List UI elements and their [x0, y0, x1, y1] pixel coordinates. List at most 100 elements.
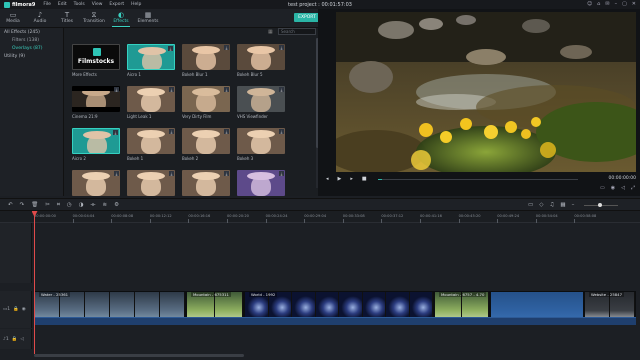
maximize-icon[interactable]: ▢	[622, 1, 627, 7]
step-forward-icon[interactable]: ▸	[350, 176, 353, 182]
export-button[interactable]: EXPORT	[294, 13, 320, 22]
lock-icon[interactable]: 🔒	[13, 307, 19, 312]
grid-view-icon[interactable]: ▦	[268, 29, 273, 35]
effect-item[interactable]: ⤓ Aicro 1	[127, 44, 175, 77]
record-icon[interactable]: ⚙	[114, 202, 119, 209]
stop-icon[interactable]: ■	[362, 176, 367, 182]
search-input[interactable]: Search	[278, 28, 316, 35]
color-icon[interactable]: ◑	[79, 202, 84, 209]
snapshot-icon[interactable]: ◉	[611, 185, 615, 191]
category-all-effects[interactable]: All Effects (245)	[4, 29, 63, 37]
effect-thumbnail[interactable]: ⤓	[237, 170, 285, 196]
audio-lock-icon[interactable]: 🔒	[12, 337, 18, 342]
download-icon[interactable]: ⤓	[169, 87, 174, 92]
tab-titles[interactable]: T Titles	[58, 9, 76, 24]
category-filters[interactable]: Filters (138)	[4, 37, 63, 45]
preview-progress-bar[interactable]	[378, 178, 578, 180]
download-icon[interactable]: ⤓	[279, 171, 284, 176]
effect-item[interactable]: ⤓	[127, 170, 175, 198]
zoom-slider-handle[interactable]	[598, 203, 602, 207]
effect-thumbnail[interactable]: ⤓	[182, 86, 230, 112]
effect-item[interactable]: ⤓	[72, 170, 120, 198]
clip-audio-waveform[interactable]	[584, 317, 636, 325]
effect-thumbnail[interactable]: ⤓	[182, 128, 230, 154]
delete-icon[interactable]: 🗑	[31, 202, 38, 209]
menu-edit[interactable]: Edit	[58, 2, 67, 7]
audio-mixer-icon[interactable]: ≋	[103, 202, 108, 209]
download-icon[interactable]: ⤓	[279, 45, 284, 50]
menu-view[interactable]: View	[92, 2, 103, 7]
effect-item[interactable]: ⤓ Bokeh 2	[182, 128, 230, 161]
effect-item[interactable]: ⤓ Light Leak 1	[127, 86, 175, 119]
effect-item[interactable]: ⤓ Aicro 2	[72, 128, 120, 161]
effect-item[interactable]: ⤓	[182, 170, 230, 198]
effect-thumbnail[interactable]: ⤓	[72, 128, 120, 154]
mail-icon[interactable]: ✉	[605, 1, 609, 7]
effect-item[interactable]: ⤓ Bokeh 3	[237, 128, 285, 161]
effect-thumbnail[interactable]: ⤓	[127, 128, 175, 154]
download-icon[interactable]: ⤓	[113, 130, 118, 135]
monitor-icon[interactable]: ▭	[600, 185, 605, 191]
tab-effects[interactable]: ◐ Effects	[112, 9, 130, 27]
download-icon[interactable]: ⤓	[224, 45, 229, 50]
playhead[interactable]	[34, 211, 35, 354]
download-icon[interactable]: ⤓	[169, 129, 174, 134]
menu-tools[interactable]: Tools	[74, 2, 85, 7]
download-icon[interactable]: ⤓	[279, 87, 284, 92]
clip-audio-waveform[interactable]	[186, 317, 244, 325]
clip-audio-waveform[interactable]	[34, 317, 186, 325]
effect-thumbnail[interactable]: ⤓	[127, 170, 175, 196]
step-back-icon[interactable]: ◂	[326, 176, 329, 182]
split-icon[interactable]: ⟛	[91, 202, 96, 209]
download-icon[interactable]: ⤓	[169, 171, 174, 176]
fullscreen-icon[interactable]: ⤢	[631, 185, 635, 191]
effect-item[interactable]: Filmstocks More Effects	[72, 44, 120, 77]
effect-item[interactable]: ⤓ Bokeh 1	[127, 128, 175, 161]
effect-item[interactable]: ⤓ Cinema 21:9	[72, 86, 120, 119]
menu-file[interactable]: File	[43, 2, 51, 7]
render-icon[interactable]: ▭	[528, 202, 533, 208]
effect-item[interactable]: ⤓ Bokeh Blur 1	[182, 44, 230, 77]
voiceover-icon[interactable]: ♫	[549, 202, 554, 208]
effect-thumbnail[interactable]: ⤓	[237, 44, 285, 70]
minimize-icon[interactable]: –	[615, 1, 618, 7]
effect-thumbnail[interactable]: ⤓	[237, 86, 285, 112]
tab-media[interactable]: ▭ Media	[4, 9, 22, 24]
speed-icon[interactable]: ◷	[67, 202, 72, 209]
zoom-out-icon[interactable]: –	[572, 202, 575, 208]
effect-thumbnail[interactable]: ⤓	[72, 170, 120, 196]
download-icon[interactable]: ⤓	[114, 171, 119, 176]
close-icon[interactable]: ✕	[632, 1, 636, 7]
effect-thumbnail[interactable]: ⤓	[237, 128, 285, 154]
marker-icon[interactable]: ◇	[539, 202, 543, 208]
clip-audio-waveform[interactable]	[244, 317, 434, 325]
zoom-slider[interactable]	[584, 203, 618, 207]
crop-icon[interactable]: ⌗	[57, 202, 60, 209]
menu-export[interactable]: Export	[109, 2, 124, 7]
cart-icon[interactable]: ⌂	[597, 1, 600, 7]
tab-transition[interactable]: ⧖ Transition	[83, 9, 105, 24]
timeline-ruler[interactable]: 00:00:00:00 00:00:04:04 00:00:08:08 00:00:1…	[0, 211, 640, 223]
effect-item[interactable]: ⤓ Very Dirty Film	[182, 86, 230, 119]
user-icon[interactable]: ☺	[587, 1, 592, 7]
play-icon[interactable]: ▶	[338, 176, 342, 182]
effect-thumbnail[interactable]: ⤓	[127, 86, 175, 112]
category-utility[interactable]: Utility (9)	[4, 53, 63, 61]
tab-elements[interactable]: ▦ Elements	[138, 9, 159, 24]
clip-audio-waveform[interactable]	[434, 317, 490, 325]
undo-icon[interactable]: ↶	[8, 202, 13, 209]
menu-help[interactable]: Help	[131, 2, 141, 7]
tab-audio[interactable]: ♪ Audio	[31, 9, 49, 24]
download-icon[interactable]: ⤓	[279, 129, 284, 134]
effect-thumbnail[interactable]: ⤓	[72, 86, 120, 112]
preview-video[interactable]	[336, 12, 636, 172]
redo-icon[interactable]: ↷	[20, 202, 25, 209]
speaker-icon[interactable]: ◁	[20, 337, 23, 342]
effect-item[interactable]: ⤓ Bokeh Blur 5	[237, 44, 285, 77]
cut-icon[interactable]: ✂	[45, 202, 50, 209]
effect-thumbnail[interactable]: ⤓	[182, 44, 230, 70]
effect-item[interactable]: ⤓	[237, 170, 285, 198]
download-icon[interactable]: ⤓	[224, 129, 229, 134]
timeline-scrollbar[interactable]	[34, 354, 244, 357]
effect-thumbnail[interactable]: Filmstocks	[72, 44, 120, 70]
